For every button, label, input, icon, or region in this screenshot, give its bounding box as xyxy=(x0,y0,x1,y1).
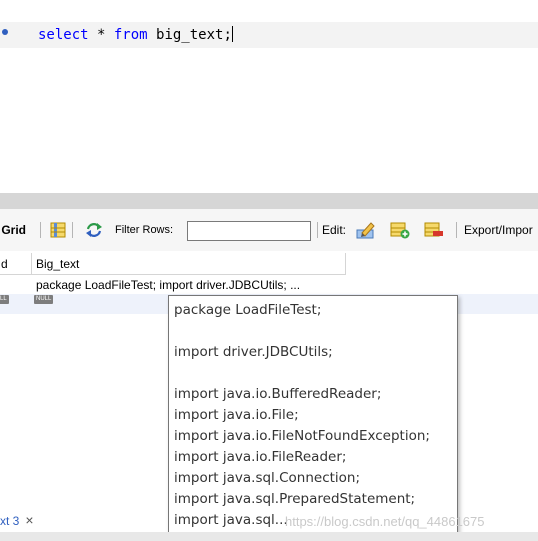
tooltip-line: import driver.JDBCUtils; xyxy=(174,344,333,360)
tooltip-line: import java.io.FileReader; xyxy=(174,449,347,465)
tooltip-line: import java.io.File; xyxy=(174,407,299,423)
result-grid-label[interactable]: t Grid xyxy=(0,209,26,251)
sql-star: * xyxy=(88,27,114,43)
panel-splitter[interactable] xyxy=(0,193,538,209)
table-cell[interactable]: package LoadFileTest; import driver.JDBC… xyxy=(36,277,300,293)
statement-marker-icon xyxy=(2,29,8,35)
cell-value-tooltip: package LoadFileTest; import driver.JDBC… xyxy=(168,295,458,533)
sql-editor[interactable]: select * from big_text; xyxy=(0,0,538,193)
delete-row-icon[interactable] xyxy=(424,221,444,239)
filter-rows-input[interactable] xyxy=(187,221,311,241)
null-badge: NULL xyxy=(34,295,54,304)
tooltip-line: import java.io.FileNotFoundException; xyxy=(174,428,430,444)
column-header-id[interactable]: d xyxy=(0,253,32,275)
refresh-icon[interactable] xyxy=(85,221,103,239)
export-import-button[interactable]: Export/Impor xyxy=(464,209,533,251)
tooltip-line xyxy=(174,321,457,342)
tooltip-line: import java.sql.PreparedStatement; xyxy=(174,491,416,507)
tooltip-line: import java.sql.Connection; xyxy=(174,470,361,486)
editor-current-line[interactable]: select * from big_text; xyxy=(0,22,538,48)
null-badge: LL xyxy=(0,295,9,304)
edit-label: Edit: xyxy=(322,223,347,237)
tooltip-line: package LoadFileTest; xyxy=(174,302,322,318)
query-tab[interactable]: xt 3 × xyxy=(0,508,60,532)
status-strip xyxy=(0,532,538,541)
query-tab-label: xt 3 xyxy=(0,514,20,528)
tooltip-line: import java.io.BufferedReader; xyxy=(174,386,382,402)
add-row-icon[interactable] xyxy=(390,221,410,239)
toolbar-separator xyxy=(72,222,73,238)
tooltip-line xyxy=(174,363,457,384)
keyword-select: select xyxy=(38,27,89,43)
toolbar-separator xyxy=(40,222,41,238)
table-name: big_text; xyxy=(147,27,232,43)
form-view-icon[interactable] xyxy=(50,222,66,238)
toolbar-separator xyxy=(317,222,318,238)
keyword-from: from xyxy=(113,27,148,43)
column-header-big-text[interactable]: Big_text xyxy=(32,253,346,275)
toolbar-separator xyxy=(456,222,457,238)
close-icon[interactable]: × xyxy=(25,512,33,528)
text-caret xyxy=(231,26,233,42)
watermark: https://blog.csdn.net/qq_44861675 xyxy=(285,514,485,529)
table-row[interactable]: package LoadFileTest; import driver.JDBC… xyxy=(0,277,538,293)
edit-row-icon[interactable] xyxy=(356,221,376,239)
result-toolbar: t Grid Filter Rows: Edit: Export/Im xyxy=(0,209,538,252)
filter-rows-label: Filter Rows: xyxy=(115,224,174,236)
sql-statement: select * from big_text; xyxy=(38,26,233,43)
